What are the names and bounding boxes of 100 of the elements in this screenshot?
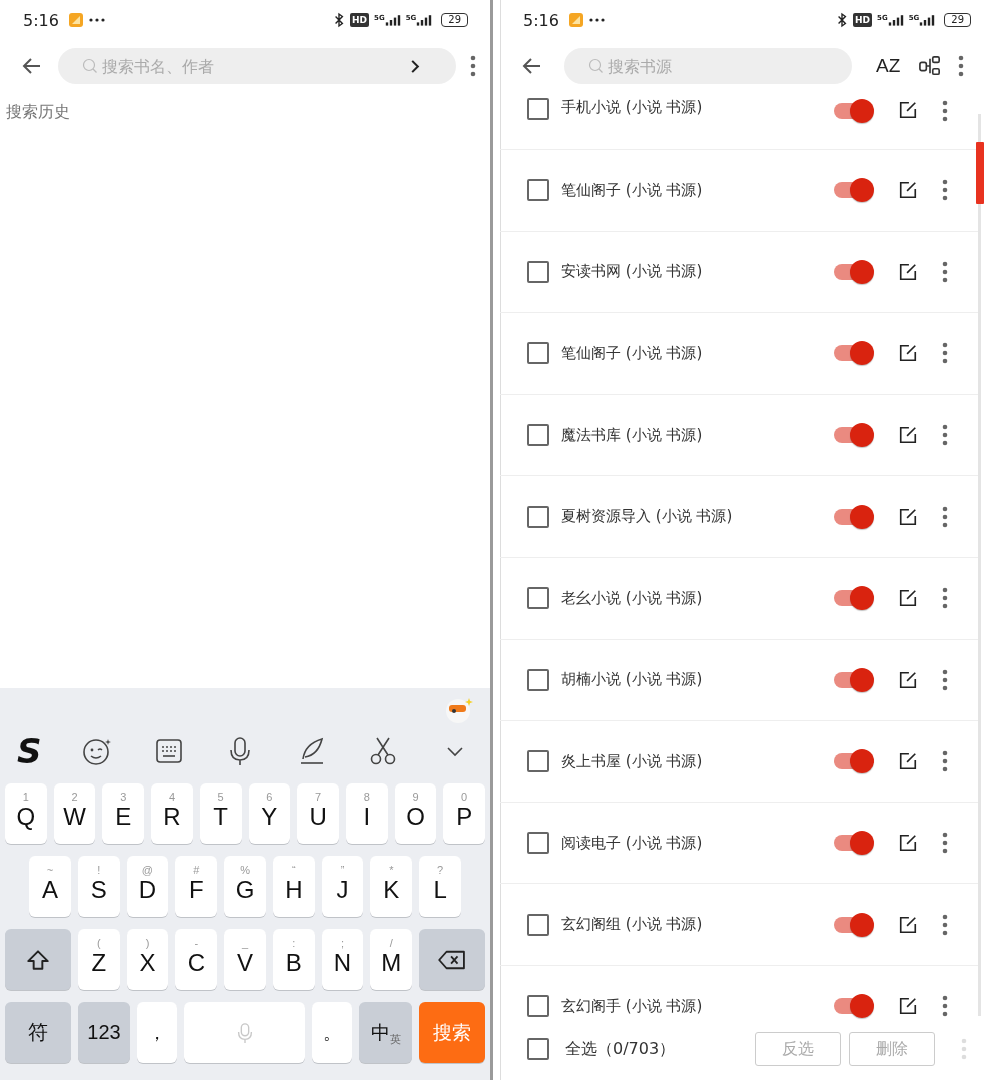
toggle-switch[interactable] [832, 177, 876, 204]
input-method-logo[interactable]: S [17, 734, 42, 768]
source-name: 笔仙阁子 (小说 书源) [561, 344, 704, 363]
group-icon [918, 55, 943, 77]
hd-voice-badge: HD [853, 13, 872, 27]
signal-icon [887, 14, 904, 26]
source-name: 玄幻阁手 (小说 书源) [561, 996, 704, 1016]
checkbox[interactable] [527, 832, 549, 855]
punctuation-key[interactable]: 。 [312, 1002, 352, 1063]
source-name: 手机小说 (小说 书源) [561, 98, 704, 117]
letter-key[interactable]: # F [175, 856, 218, 917]
checkbox[interactable] [527, 98, 549, 120]
letter-key[interactable]: ) X [126, 929, 169, 990]
toggle-switch[interactable] [832, 422, 876, 449]
letter-key[interactable]: 1 Q [5, 783, 47, 844]
notification-app-icon [67, 12, 84, 28]
checkbox[interactable] [527, 424, 549, 447]
backspace-icon [437, 948, 468, 971]
more-icon [942, 424, 948, 447]
more-notifications-icon [588, 18, 605, 22]
letter-key[interactable]: 3 E [102, 783, 145, 844]
search-field[interactable]: 搜索书名、作者 [58, 48, 456, 84]
toggle-switch[interactable] [832, 585, 876, 612]
more-options-button[interactable] [940, 98, 950, 124]
letter-key[interactable]: 0 P [443, 783, 486, 844]
edit-icon [898, 261, 918, 282]
letter-key[interactable]: - C [175, 929, 218, 990]
letter-key[interactable]: % G [224, 856, 266, 917]
more-icon [958, 55, 965, 77]
source-name: 魔法书库 (小说 书源) [561, 425, 704, 445]
more-icon [942, 913, 948, 936]
toggle-switch[interactable] [832, 993, 876, 1020]
letter-key[interactable]: 7 U [297, 783, 339, 844]
function-key[interactable]: 123 [78, 1002, 130, 1063]
letter-key[interactable]: 9 O [394, 783, 437, 844]
checkbox[interactable] [527, 668, 549, 691]
select-all-label: 全选（0/703） [565, 1038, 676, 1060]
toggle-switch[interactable] [832, 503, 876, 530]
notification-app-icon [567, 12, 584, 28]
more-icon [942, 995, 948, 1018]
checkbox[interactable] [527, 179, 549, 202]
letter-key[interactable]: 2 W [53, 783, 96, 844]
edit-icon [898, 100, 918, 120]
more-icon [942, 179, 948, 202]
letter-key[interactable]: @ D [126, 856, 169, 917]
sort-button[interactable]: AZ [872, 55, 905, 77]
chevron-right-icon[interactable] [410, 59, 420, 74]
more-options-button[interactable] [468, 53, 478, 79]
checkbox[interactable] [527, 913, 549, 936]
edit-icon [898, 588, 918, 609]
source-name: 老幺小说 (小说 书源) [561, 588, 704, 608]
edit-icon [898, 914, 918, 935]
shift-key[interactable] [5, 929, 71, 990]
letter-key[interactable]: _ V [224, 929, 266, 990]
battery-level: 29 [441, 13, 468, 27]
bluetooth-icon [836, 12, 848, 28]
letter-key[interactable]: 5 T [199, 783, 242, 844]
search-field[interactable]: 搜索书源 [564, 48, 852, 84]
edit-icon [898, 669, 918, 690]
edit-icon [898, 506, 918, 527]
status-time: 5:16 [523, 10, 559, 30]
letter-key[interactable]: ( Z [78, 929, 120, 990]
source-name: 玄幻阁组 (小说 书源) [561, 915, 704, 935]
backspace-key[interactable] [419, 929, 486, 990]
checkbox[interactable] [527, 750, 549, 773]
search-icon [82, 58, 98, 74]
function-key[interactable]: 符 [5, 1002, 71, 1063]
letter-key[interactable]: / M [370, 929, 413, 990]
letter-key[interactable]: * K [370, 856, 413, 917]
toggle-switch[interactable] [832, 258, 876, 285]
edit-icon [898, 180, 918, 201]
signal-icon [919, 14, 936, 26]
checkbox[interactable] [527, 1038, 549, 1060]
checkbox[interactable] [527, 995, 549, 1018]
more-icon [942, 750, 948, 773]
bluetooth-icon [333, 12, 345, 28]
letter-key[interactable]: ” J [321, 856, 364, 917]
letter-key[interactable]: 8 I [345, 783, 388, 844]
toggle-switch[interactable] [832, 830, 876, 857]
toggle-switch[interactable] [832, 911, 876, 938]
checkbox[interactable] [527, 505, 549, 528]
mascot-icon[interactable] [445, 696, 473, 724]
letter-key[interactable]: ? L [419, 856, 462, 917]
toggle-switch[interactable] [832, 748, 876, 775]
source-name: 夏树资源导入 (小说 书源) [561, 507, 734, 527]
letter-key[interactable]: “ H [272, 856, 315, 917]
more-icon [942, 342, 948, 365]
letter-key[interactable]: ~ A [29, 856, 71, 917]
letter-key[interactable]: ; N [321, 929, 364, 990]
checkbox[interactable] [527, 342, 549, 365]
letter-key[interactable]: ! S [77, 856, 120, 917]
toggle-switch[interactable] [832, 340, 876, 367]
checkbox[interactable] [527, 260, 549, 283]
letter-key[interactable]: 4 R [151, 783, 193, 844]
letter-key[interactable]: 6 Y [248, 783, 291, 844]
toggle-switch[interactable] [832, 666, 876, 693]
checkbox[interactable] [527, 587, 549, 610]
punctuation-key[interactable]: ， [137, 1002, 177, 1063]
letter-key[interactable]: : B [272, 929, 315, 990]
toggle-switch[interactable] [832, 98, 876, 124]
